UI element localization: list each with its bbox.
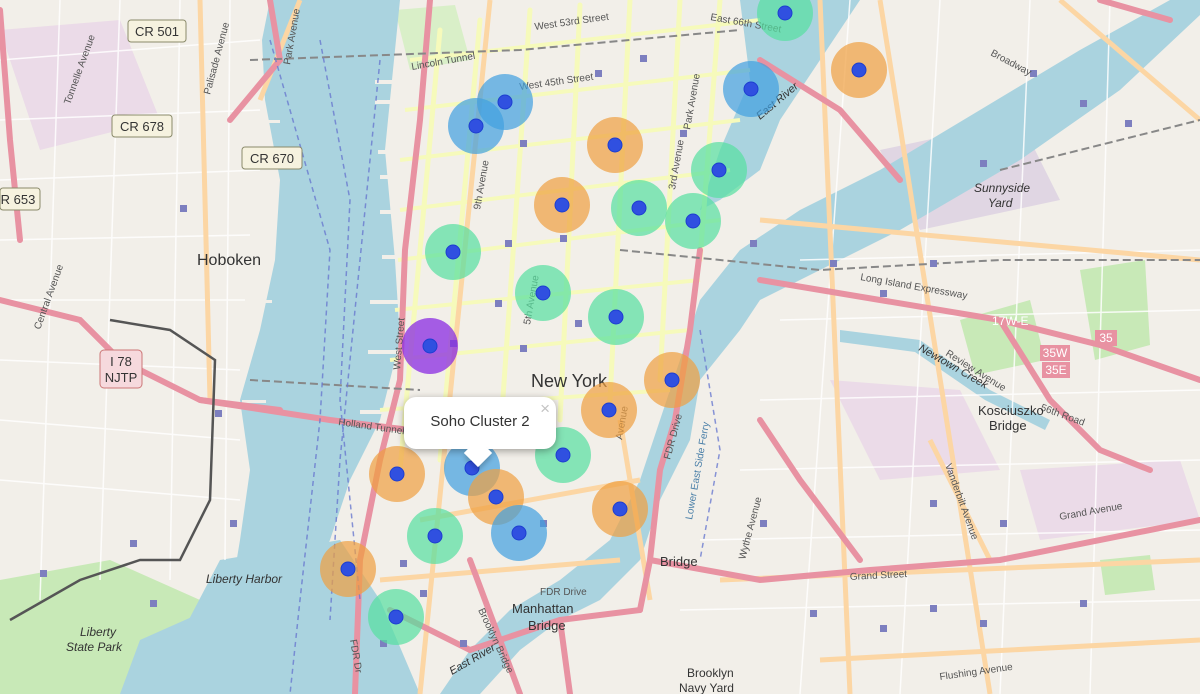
label-liberty-state-park-2: State Park (66, 640, 123, 654)
svg-text:CR 501: CR 501 (135, 24, 179, 39)
label-sunnyside: Sunnyside (974, 181, 1030, 195)
shield-i78: I 78 NJTP (99, 349, 143, 389)
svg-text:R 653: R 653 (1, 192, 36, 207)
cluster-marker[interactable] (831, 42, 887, 98)
popup-text: Soho Cluster 2 (430, 413, 530, 430)
cluster-marker[interactable] (425, 224, 481, 280)
cluster-marker[interactable] (587, 117, 643, 173)
label-manhattan: Manhattan (512, 601, 573, 616)
cluster-marker[interactable] (448, 98, 504, 154)
map-canvas[interactable]: CR 501 CR 678 CR 670 R 653 I 78 NJTP 35W… (0, 0, 1200, 694)
map-base-layer: CR 501 CR 678 CR 670 R 653 I 78 NJTP 35W… (0, 0, 1200, 694)
cluster-marker[interactable] (407, 508, 463, 564)
cluster-marker[interactable] (534, 177, 590, 233)
label-kosciuszko-bridge: Bridge (989, 418, 1027, 433)
label-liberty-state-park: Liberty (80, 625, 117, 639)
shield-cr653: R 653 (0, 187, 41, 211)
shield-cr501: CR 501 (127, 19, 187, 43)
cluster-marker[interactable] (369, 446, 425, 502)
popup-tip-cover (456, 433, 500, 447)
shield-35w: 35W (1043, 346, 1068, 360)
label-navy-yard: Navy Yard (679, 681, 734, 694)
label-manhattan-bridge: Bridge (528, 618, 566, 633)
cluster-marker[interactable] (588, 289, 644, 345)
cluster-popup: Soho Cluster 2 × (404, 397, 556, 468)
label-kosciuszko: Kosciuszko (978, 403, 1044, 418)
cluster-marker[interactable] (592, 481, 648, 537)
shield-cr678: CR 678 (111, 114, 173, 138)
cluster-marker[interactable] (320, 541, 376, 597)
cluster-marker[interactable] (611, 180, 667, 236)
label-hoboken: Hoboken (197, 252, 261, 269)
label-brooklyn: Brooklyn (687, 666, 734, 680)
label-yard: Yard (988, 196, 1013, 210)
shield-35: 35 (1099, 331, 1113, 345)
shield-cr670: CR 670 (241, 146, 303, 170)
cluster-marker[interactable] (491, 505, 547, 561)
svg-text:CR 670: CR 670 (250, 151, 294, 166)
cluster-marker[interactable] (402, 318, 458, 374)
svg-text:CR 678: CR 678 (120, 119, 164, 134)
street-fdr-2: FDR Drive (540, 587, 587, 598)
shield-i78-line2: NJTP (105, 370, 138, 385)
label-williamsburg-bridge: Bridge (660, 554, 698, 569)
cluster-marker[interactable] (644, 352, 700, 408)
cluster-marker[interactable] (723, 61, 779, 117)
shield-i78-line1: I 78 (110, 354, 132, 369)
cluster-marker[interactable] (368, 589, 424, 645)
shield-35e: 35E (1045, 363, 1066, 377)
cluster-marker[interactable] (691, 142, 747, 198)
cluster-marker[interactable] (581, 382, 637, 438)
shield-17we: 17W-E (992, 314, 1028, 328)
label-liberty-harbor: Liberty Harbor (206, 572, 283, 586)
cluster-marker[interactable] (665, 193, 721, 249)
cluster-marker[interactable] (515, 265, 571, 321)
popup-close-button[interactable]: × (540, 399, 550, 419)
